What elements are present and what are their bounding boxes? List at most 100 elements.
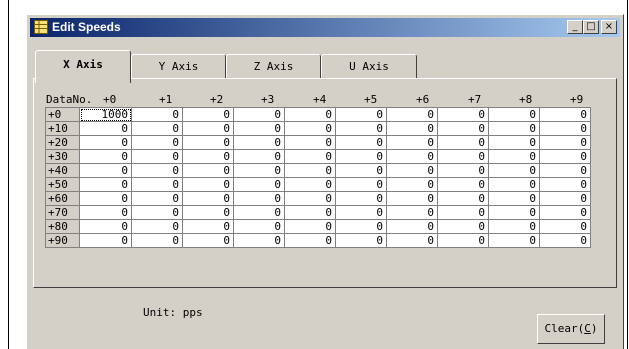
speed-cell[interactable]: 0 bbox=[233, 233, 285, 248]
speed-cell[interactable]: 0 bbox=[386, 191, 438, 206]
speed-cell[interactable]: 0 bbox=[437, 219, 489, 234]
speed-cell[interactable]: 0 bbox=[182, 163, 234, 178]
speed-cell[interactable]: 0 bbox=[233, 219, 285, 234]
speed-cell[interactable]: 0 bbox=[182, 149, 234, 164]
speed-cell[interactable]: 0 bbox=[233, 177, 285, 192]
tab-y-axis[interactable]: Y Axis bbox=[131, 54, 226, 80]
speed-cell[interactable]: 0 bbox=[131, 135, 183, 150]
speed-cell[interactable]: 0 bbox=[131, 191, 183, 206]
speed-cell[interactable]: 0 bbox=[386, 205, 438, 220]
speed-cell[interactable]: 0 bbox=[79, 163, 132, 178]
speed-cell[interactable]: 0 bbox=[182, 205, 234, 220]
speed-cell[interactable]: 0 bbox=[539, 219, 591, 234]
speed-cell[interactable]: 0 bbox=[488, 191, 540, 206]
speed-cell[interactable]: 0 bbox=[182, 107, 234, 122]
speed-cell[interactable]: 0 bbox=[539, 163, 591, 178]
speed-cell[interactable]: 0 bbox=[79, 149, 132, 164]
speed-cell[interactable]: 0 bbox=[284, 177, 336, 192]
speed-cell[interactable]: 0 bbox=[488, 149, 540, 164]
speed-cell[interactable]: 0 bbox=[335, 121, 387, 136]
speed-cell[interactable]: 0 bbox=[284, 233, 336, 248]
speed-cell[interactable]: 0 bbox=[284, 135, 336, 150]
tab-u-axis[interactable]: U Axis bbox=[321, 54, 417, 80]
speed-cell[interactable]: 0 bbox=[335, 219, 387, 234]
speed-cell[interactable]: 0 bbox=[284, 205, 336, 220]
speed-cell[interactable]: 0 bbox=[233, 191, 285, 206]
speed-cell[interactable]: 0 bbox=[233, 205, 285, 220]
speed-cell[interactable]: 0 bbox=[335, 135, 387, 150]
speed-cell[interactable]: 0 bbox=[386, 121, 438, 136]
speed-cell[interactable]: 0 bbox=[182, 219, 234, 234]
speed-cell[interactable]: 0 bbox=[79, 121, 132, 136]
clear-button[interactable]: Clear(C) bbox=[537, 314, 605, 344]
maximize-button[interactable]: □ bbox=[583, 20, 599, 34]
speed-cell[interactable]: 0 bbox=[182, 121, 234, 136]
speed-cell[interactable]: 0 bbox=[79, 219, 132, 234]
close-button[interactable]: × bbox=[601, 20, 617, 34]
speed-cell[interactable]: 0 bbox=[131, 219, 183, 234]
speed-cell[interactable]: 0 bbox=[539, 149, 591, 164]
speed-cell[interactable]: 0 bbox=[386, 149, 438, 164]
speed-cell[interactable]: 0 bbox=[437, 135, 489, 150]
speed-cell[interactable]: 0 bbox=[131, 121, 183, 136]
speed-cell[interactable]: 0 bbox=[182, 191, 234, 206]
speed-cell[interactable]: 0 bbox=[335, 163, 387, 178]
speed-cell[interactable]: 0 bbox=[539, 233, 591, 248]
speed-cell[interactable]: 0 bbox=[386, 219, 438, 234]
speed-cell[interactable]: 0 bbox=[335, 191, 387, 206]
speed-cell[interactable]: 0 bbox=[437, 233, 489, 248]
speed-cell[interactable]: 0 bbox=[233, 121, 285, 136]
speed-cell[interactable]: 0 bbox=[233, 107, 285, 122]
speed-cell[interactable]: 0 bbox=[488, 177, 540, 192]
speed-cell[interactable]: 0 bbox=[131, 163, 183, 178]
speed-cell[interactable]: 0 bbox=[386, 107, 438, 122]
minimize-button[interactable]: _ bbox=[567, 20, 583, 34]
speed-cell[interactable]: 0 bbox=[233, 149, 285, 164]
speed-cell[interactable]: 0 bbox=[437, 107, 489, 122]
speed-cell[interactable]: 0 bbox=[488, 135, 540, 150]
speed-cell[interactable]: 0 bbox=[233, 135, 285, 150]
speed-cell[interactable]: 0 bbox=[233, 163, 285, 178]
speed-cell[interactable]: 0 bbox=[488, 219, 540, 234]
speed-cell[interactable]: 0 bbox=[539, 107, 591, 122]
speed-cell[interactable]: 0 bbox=[79, 135, 132, 150]
speed-cell[interactable]: 0 bbox=[79, 191, 132, 206]
speed-cell[interactable]: 0 bbox=[488, 107, 540, 122]
speed-cell[interactable]: 0 bbox=[79, 205, 132, 220]
speed-cell[interactable]: 0 bbox=[437, 177, 489, 192]
speed-cell[interactable]: 0 bbox=[284, 107, 336, 122]
speed-cell[interactable]: 0 bbox=[335, 107, 387, 122]
speed-cell[interactable]: 0 bbox=[79, 233, 132, 248]
speed-cell[interactable]: 0 bbox=[131, 107, 183, 122]
speed-cell[interactable]: 0 bbox=[437, 121, 489, 136]
speed-cell[interactable]: 0 bbox=[79, 177, 132, 192]
speed-cell[interactable]: 0 bbox=[539, 135, 591, 150]
speed-cell[interactable]: 0 bbox=[437, 205, 489, 220]
tab-z-axis[interactable]: Z Axis bbox=[226, 54, 321, 80]
speed-cell[interactable]: 0 bbox=[182, 135, 234, 150]
speed-cell[interactable]: 1000 bbox=[79, 107, 132, 122]
speed-cell[interactable]: 0 bbox=[131, 149, 183, 164]
speed-cell[interactable]: 0 bbox=[182, 233, 234, 248]
speed-cell[interactable]: 0 bbox=[488, 121, 540, 136]
speed-cell[interactable]: 0 bbox=[386, 177, 438, 192]
speed-cell[interactable]: 0 bbox=[539, 121, 591, 136]
tab-x-axis[interactable]: X Axis bbox=[35, 50, 131, 83]
speed-cell[interactable]: 0 bbox=[284, 163, 336, 178]
speed-cell[interactable]: 0 bbox=[335, 205, 387, 220]
speed-cell[interactable]: 0 bbox=[335, 149, 387, 164]
speed-cell[interactable]: 0 bbox=[488, 163, 540, 178]
speed-cell[interactable]: 0 bbox=[488, 205, 540, 220]
speed-cell[interactable]: 0 bbox=[539, 177, 591, 192]
speed-cell[interactable]: 0 bbox=[182, 177, 234, 192]
speed-cell[interactable]: 0 bbox=[437, 149, 489, 164]
speed-cell[interactable]: 0 bbox=[539, 191, 591, 206]
title-bar[interactable]: Edit Speeds _ □ × bbox=[30, 18, 620, 37]
speed-cell[interactable]: 0 bbox=[386, 135, 438, 150]
speed-cell[interactable]: 0 bbox=[437, 191, 489, 206]
speed-cell[interactable]: 0 bbox=[284, 191, 336, 206]
speed-cell[interactable]: 0 bbox=[539, 205, 591, 220]
speed-cell[interactable]: 0 bbox=[488, 233, 540, 248]
speed-cell[interactable]: 0 bbox=[386, 233, 438, 248]
speed-cell[interactable]: 0 bbox=[386, 163, 438, 178]
